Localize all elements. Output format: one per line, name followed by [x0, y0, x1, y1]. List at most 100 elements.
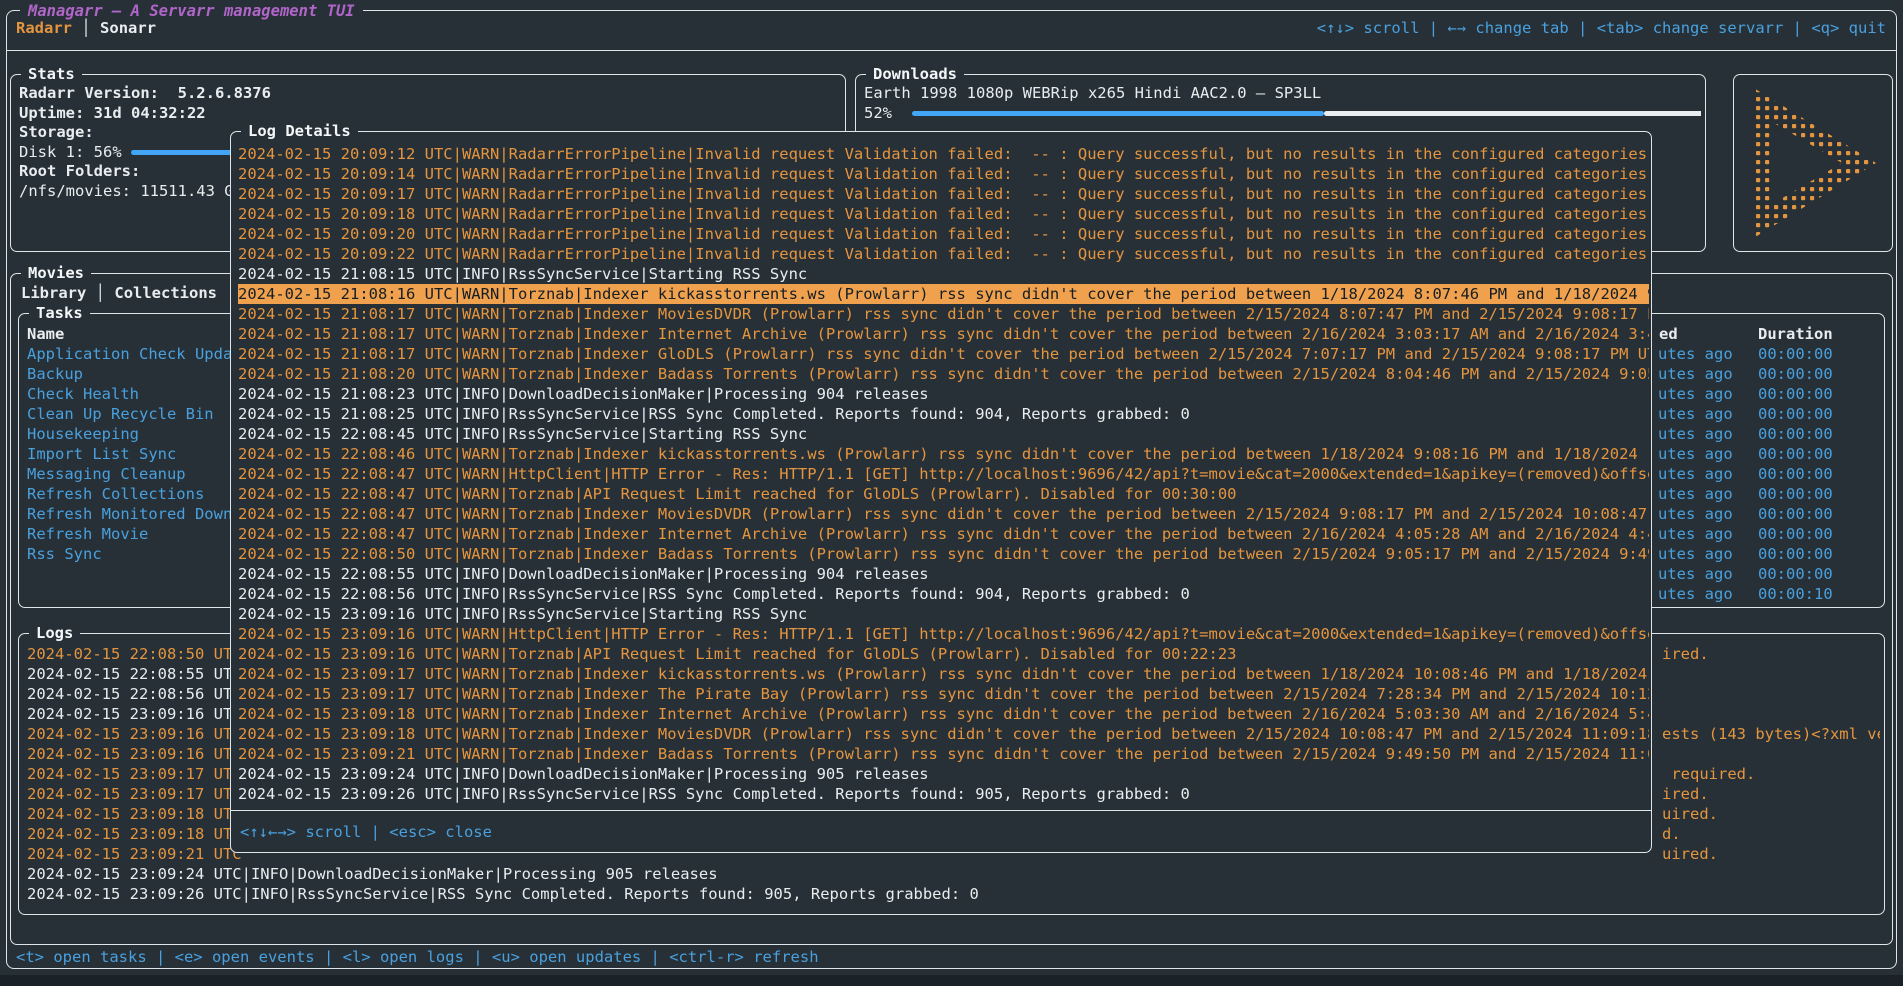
log-detail-line[interactable]: 2024-02-15 23:09:18 UTC|WARN|Torznab|Ind…: [238, 704, 1649, 724]
tasks-panel-title: Tasks: [29, 303, 90, 323]
task-duration-value: 00:00:00: [1758, 484, 1833, 504]
log-detail-line[interactable]: 2024-02-15 21:08:23 UTC|INFO|DownloadDec…: [238, 384, 1649, 404]
log-row-left: 2024-02-15 23:09:17 UTC: [27, 765, 242, 783]
log-row-left: 2024-02-15 23:09:21 UTC: [27, 845, 242, 863]
log-row-left: 2024-02-15 22:08:55 UTC: [27, 665, 242, 683]
task-duration-value: 00:00:00: [1758, 364, 1833, 384]
log-detail-line[interactable]: 2024-02-15 23:09:18 UTC|WARN|Torznab|Ind…: [238, 724, 1649, 744]
task-execution-row: utes ago00:00:00: [1658, 424, 1878, 444]
log-row-left: 2024-02-15 23:09:16 UTC: [27, 725, 242, 743]
download-gauge-rest: [1324, 111, 1701, 116]
log-detail-line[interactable]: 2024-02-15 20:09:12 UTC|WARN|RadarrError…: [238, 144, 1649, 164]
log-detail-line[interactable]: 2024-02-15 22:08:47 UTC|WARN|Torznab|Ind…: [238, 524, 1649, 544]
task-executed-value: utes ago: [1658, 384, 1733, 404]
tab-sonarr[interactable]: Sonarr: [100, 19, 156, 37]
tab-radarr[interactable]: Radarr: [16, 19, 72, 37]
log-detail-line[interactable]: 2024-02-15 22:08:45 UTC|INFO|RssSyncServ…: [238, 424, 1649, 444]
download-gauge-filled: [912, 111, 1324, 116]
log-row-left: 2024-02-15 23:09:16 UTC: [27, 745, 242, 763]
downloads-panel-title: Downloads: [866, 64, 964, 84]
log-row-left: 2024-02-15 23:09:17 UTC: [27, 785, 242, 803]
task-duration-value: 00:00:00: [1758, 464, 1833, 484]
log-detail-line[interactable]: 2024-02-15 21:08:15 UTC|INFO|RssSyncServ…: [238, 264, 1649, 284]
log-detail-line[interactable]: 2024-02-15 23:09:21 UTC|WARN|Torznab|Ind…: [238, 744, 1649, 764]
download-item-title: Earth 1998 1080p WEBRip x265 Hindi AAC2.…: [864, 84, 1701, 104]
task-duration-value: 00:00:10: [1758, 584, 1833, 604]
log-row[interactable]: 2024-02-15 23:09:26 UTC|INFO|RssSyncServ…: [27, 884, 1880, 904]
log-detail-line[interactable]: 2024-02-15 21:08:20 UTC|WARN|Torznab|Ind…: [238, 364, 1649, 384]
task-execution-row: utes ago00:00:00: [1658, 524, 1878, 544]
log-detail-line[interactable]: 2024-02-15 21:08:17 UTC|WARN|Torznab|Ind…: [238, 304, 1649, 324]
header-divider: [6, 50, 1897, 51]
task-execution-row: utes ago 00:00:00: [1658, 364, 1878, 384]
log-detail-line[interactable]: 2024-02-15 23:09:16 UTC|WARN|HttpClient|…: [238, 624, 1649, 644]
task-executed-value: utes ago: [1658, 504, 1733, 524]
task-execution-row: utes ago00:00:00: [1658, 484, 1878, 504]
task-executed-value: utes ago: [1658, 524, 1733, 544]
log-row[interactable]: 2024-02-15 23:09:24 UTC|INFO|DownloadDec…: [27, 864, 1880, 884]
task-executed-value: utes ago: [1658, 584, 1733, 604]
log-detail-line[interactable]: 2024-02-15 22:08:46 UTC|WARN|Torznab|Ind…: [238, 444, 1649, 464]
log-detail-line[interactable]: 2024-02-15 22:08:47 UTC|WARN|HttpClient|…: [238, 464, 1649, 484]
modal-footer-divider: [231, 810, 1651, 811]
managarr-logo-icon: [1738, 79, 1888, 247]
log-row-left: 2024-02-15 23:09:18 UTC: [27, 805, 242, 823]
movies-panel-title: Movies: [21, 263, 91, 283]
log-row-right-fragment: d.: [1662, 824, 1681, 844]
log-row-left: 2024-02-15 23:09:24 UTC|INFO|DownloadDec…: [27, 865, 718, 883]
task-execution-row: utes ago00:00:00: [1658, 444, 1878, 464]
task-executed-value: utes ago: [1658, 364, 1733, 384]
task-executed-value: utes ago: [1658, 424, 1733, 444]
log-detail-line[interactable]: 2024-02-15 20:09:17 UTC|WARN|RadarrError…: [238, 184, 1649, 204]
log-detail-line[interactable]: 2024-02-15 20:09:14 UTC|WARN|RadarrError…: [238, 164, 1649, 184]
log-detail-line[interactable]: 2024-02-15 20:09:22 UTC|WARN|RadarrError…: [238, 244, 1649, 264]
log-detail-line[interactable]: 2024-02-15 20:09:18 UTC|WARN|RadarrError…: [238, 204, 1649, 224]
log-detail-line[interactable]: 2024-02-15 23:09:16 UTC|WARN|Torznab|API…: [238, 644, 1649, 664]
log-row-left: 2024-02-15 22:08:50 UTC: [27, 645, 242, 663]
log-detail-line[interactable]: 2024-02-15 22:08:56 UTC|INFO|RssSyncServ…: [238, 584, 1649, 604]
log-detail-line[interactable]: 2024-02-15 22:08:47 UTC|WARN|Torznab|Ind…: [238, 504, 1649, 524]
log-row-right-fragment: ired.: [1662, 644, 1709, 664]
task-execution-row: utes ago00:00:00: [1658, 564, 1878, 584]
task-duration-value: 00:00:00: [1758, 544, 1833, 564]
log-details-list: 2024-02-15 20:09:12 UTC|WARN|RadarrError…: [238, 144, 1649, 804]
task-executed-value: utes ago: [1658, 404, 1733, 424]
task-duration-value: 00:00:00: [1758, 444, 1833, 464]
log-row-left: 2024-02-15 23:09:16 UTC: [27, 705, 242, 723]
task-execution-row: utes ago00:00:00: [1658, 404, 1878, 424]
log-detail-line[interactable]: 2024-02-15 23:09:26 UTC|INFO|RssSyncServ…: [238, 784, 1649, 804]
log-detail-line[interactable]: 2024-02-15 20:09:20 UTC|WARN|RadarrError…: [238, 224, 1649, 244]
log-details-modal: Log Details 2024-02-15 20:09:12 UTC|WARN…: [230, 131, 1652, 853]
tab-collections[interactable]: Collections: [114, 284, 217, 302]
task-duration-value: 00:00:00: [1758, 384, 1833, 404]
tab-library[interactable]: Library: [21, 284, 86, 302]
log-detail-line[interactable]: 2024-02-15 21:08:17 UTC|WARN|Torznab|Ind…: [238, 324, 1649, 344]
task-duration-value: 00:00:00: [1758, 564, 1833, 584]
bottom-keybinds: <t> open tasks | <e> open events | <l> o…: [16, 947, 819, 967]
log-row-right-fragment: ests (143 bytes)<?xml ver: [1662, 724, 1880, 744]
radarr-version: Radarr Version: 5.2.6.8376: [19, 84, 841, 104]
task-execution-row: utes ago00:00:00: [1658, 504, 1878, 524]
top-keybinds: <↑↓> scroll | ←→ change tab | <tab> chan…: [1317, 18, 1886, 38]
log-detail-line[interactable]: 2024-02-15 23:09:24 UTC|INFO|DownloadDec…: [238, 764, 1649, 784]
task-execution-row: utes ago 00:00:10: [1658, 584, 1878, 604]
log-detail-line[interactable]: 2024-02-15 23:09:17 UTC|WARN|Torznab|Ind…: [238, 664, 1649, 684]
log-row-right-fragment: uired.: [1662, 844, 1718, 864]
download-progress-row: 52%: [864, 104, 1701, 124]
logs-panel-title: Logs: [29, 623, 80, 643]
task-execution-row: utes ago00:00:00: [1658, 544, 1878, 564]
log-row-left: 2024-02-15 23:09:26 UTC|INFO|RssSyncServ…: [27, 885, 979, 903]
movies-tab-bar: Library │ Collections │: [21, 283, 236, 303]
log-detail-line[interactable]: 2024-02-15 21:08:25 UTC|INFO|RssSyncServ…: [238, 404, 1649, 424]
stats-panel-title: Stats: [21, 64, 82, 84]
log-detail-line[interactable]: 2024-02-15 22:08:47 UTC|WARN|Torznab|API…: [238, 484, 1649, 504]
log-detail-line[interactable]: 2024-02-15 22:08:55 UTC|INFO|DownloadDec…: [238, 564, 1649, 584]
log-detail-line[interactable]: 2024-02-15 23:09:16 UTC|INFO|RssSyncServ…: [238, 604, 1649, 624]
task-execution-list: utes ago00:00:00utes ago00:00:00utes ago…: [1658, 344, 1878, 604]
log-detail-line[interactable]: 2024-02-15 23:09:17 UTC|WARN|Torznab|Ind…: [238, 684, 1649, 704]
log-detail-line[interactable]: 2024-02-15 21:08:17 UTC|WARN|Torznab|Ind…: [238, 344, 1649, 364]
task-executed-value: utes ago: [1658, 464, 1733, 484]
log-detail-line[interactable]: 2024-02-15 22:08:50 UTC|WARN|Torznab|Ind…: [238, 544, 1649, 564]
log-detail-line[interactable]: 2024-02-15 21:08:16 UTC|WARN|Torznab|Ind…: [238, 284, 1649, 304]
servarr-tab-bar: Radarr │ Sonarr: [16, 18, 156, 38]
